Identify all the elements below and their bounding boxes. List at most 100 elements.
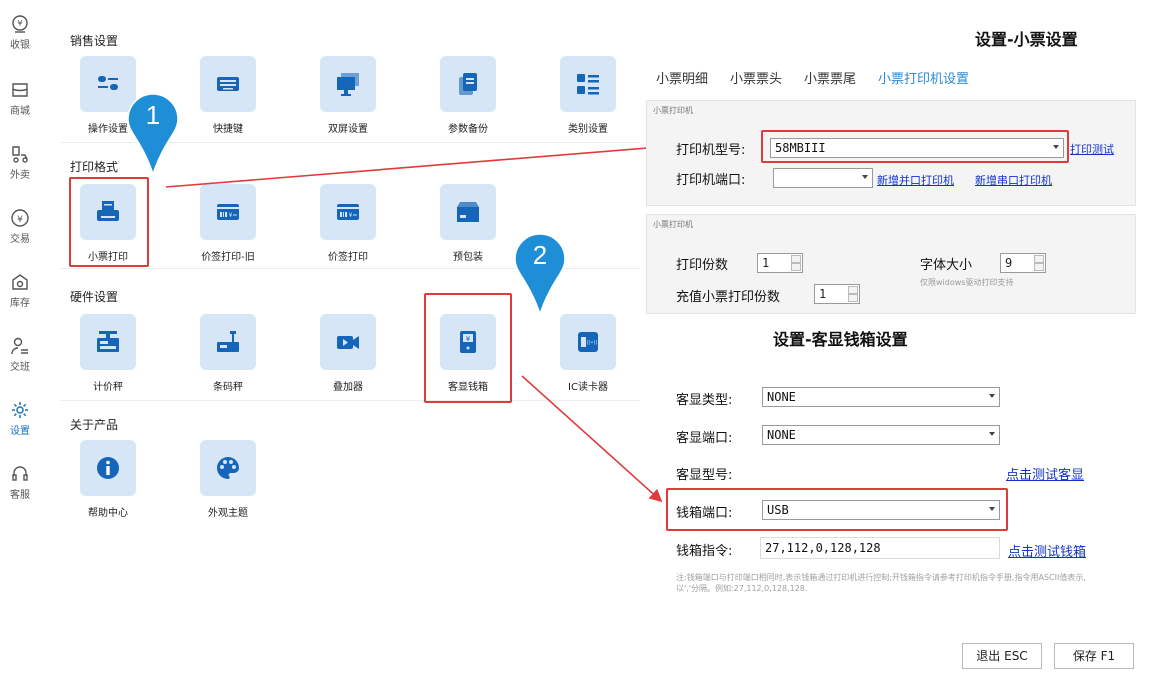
tile-label: 小票打印 [88,252,128,263]
printer-port-select[interactable] [773,168,873,188]
font-size-stepper[interactable]: 9 [1000,253,1046,273]
tile-label: IC读卡器 [568,382,608,393]
tile-label: 叠加器 [333,382,363,393]
chevron-down-icon [989,432,995,436]
document-copy-icon [459,73,477,95]
svg-text:¥=: ¥= [349,212,358,219]
tile-appearance-theme[interactable]: 外观主题 [173,440,283,519]
chevron-down-icon [989,507,995,511]
tile-help-center[interactable]: 帮助中心 [53,440,163,519]
tab-ticket-detail[interactable]: 小票明细 [656,68,708,87]
cashier-icon: ¥ [12,15,28,33]
tile-shortcuts[interactable]: 快捷键 [173,56,283,135]
tile-box [80,314,136,370]
delivery-icon [12,146,28,163]
mall-icon [12,83,28,97]
tile-param-backup[interactable]: 参数备份 [413,56,523,135]
recharge-copies-value: 1 [819,287,827,301]
font-note: 仅限widows驱动打印支持 [920,278,1014,287]
test-drawer-link[interactable]: 点击测试钱箱 [1008,541,1086,560]
stepper-up-icon[interactable] [1034,255,1044,263]
rail-label-cashier: 收银 [10,40,30,51]
rail-item-mall[interactable]: 商城 [0,80,40,117]
recharge-copies-stepper[interactable]: 1 [814,284,860,304]
tile-prepack[interactable]: 预包装 [413,184,523,263]
display-type-label: 客显类型: [676,393,733,408]
tile-label: 双屏设置 [328,124,368,135]
callout-pin-2: 2 [513,232,567,317]
tab-ticket-header[interactable]: 小票票头 [730,68,782,87]
tile-ic-card-reader[interactable]: ((•)) IC读卡器 [533,314,643,393]
sliders-icon [98,76,118,90]
package-icon [457,202,479,222]
drawer-settings-title: 设置-客显钱箱设置 [773,330,908,349]
exit-button[interactable]: 退出 ESC [962,643,1042,669]
svg-text:¥=: ¥= [229,212,238,219]
tile-label: 参数备份 [448,124,488,135]
stepper-up-icon[interactable] [848,286,858,294]
stepper-buttons[interactable] [848,286,858,302]
display-port-label: 客显端口: [676,431,733,446]
rail-label-shift: 交班 [10,362,30,373]
rail-item-cashier[interactable]: ¥ 收银 [0,14,40,51]
tile-box [440,184,496,240]
tab-ticket-footer[interactable]: 小票票尾 [804,68,856,87]
tile-box [80,184,136,240]
tile-label: 条码秤 [213,382,243,393]
stepper-down-icon[interactable] [1034,263,1044,271]
stepper-down-icon[interactable] [791,263,801,271]
tile-price-label-old[interactable]: ¥= 价签打印-旧 [173,184,283,263]
tile-box [560,56,616,112]
recharge-copies-label: 充值小票打印份数 [676,290,781,305]
drawer-note: 注:钱箱端口与打印端口相同时,表示钱箱通过打印机进行控制;开钱箱指令请参考打印机… [676,573,1086,593]
divider [60,400,640,401]
rail-item-delivery[interactable]: 外卖 [0,144,40,181]
rail-item-settings[interactable]: 设置 [0,400,40,437]
drawer-command-input[interactable]: 27,112,0,128,128 [760,537,1000,559]
callout-pin-1: 1 [126,92,180,177]
add-parallel-printer-link[interactable]: 新增并口打印机 [877,172,954,188]
stepper-up-icon[interactable] [791,255,801,263]
rail-item-shift[interactable]: 交班 [0,336,40,373]
tile-dual-screen[interactable]: 双屏设置 [293,56,403,135]
tile-category-settings[interactable]: 类别设置 [533,56,643,135]
left-nav-rail: ¥ 收银 商城 外卖 ¥ 交易 库存 交班 设置 客服 [0,0,40,680]
tile-barcode-scale[interactable]: 条码秤 [173,314,283,393]
rail-item-inventory[interactable]: 库存 [0,272,40,309]
copies-stepper[interactable]: 1 [757,253,803,273]
tile-box: ((•)) [560,314,616,370]
printer-model-select[interactable]: 58MBIII [770,138,1064,158]
svg-text:¥: ¥ [466,335,471,343]
tile-pricing-scale[interactable]: 计价秤 [53,314,163,393]
rail-item-trade[interactable]: ¥ 交易 [0,208,40,245]
stepper-buttons[interactable] [791,255,801,271]
rail-item-support[interactable]: 客服 [0,464,40,501]
tile-box: ¥= [320,184,376,240]
tab-ticket-printer-settings[interactable]: 小票打印机设置 [878,68,969,87]
drawer-port-select[interactable]: USB [762,500,1000,520]
rail-label-inventory: 库存 [10,298,30,309]
cash-drawer-icon: ¥ [460,331,476,353]
tile-label: 价签打印-旧 [201,252,255,263]
stepper-buttons[interactable] [1034,255,1044,271]
display-port-value: NONE [767,428,796,442]
stepper-down-icon[interactable] [848,294,858,302]
print-test-link[interactable]: 打印测试 [1070,141,1114,157]
tile-customer-display-drawer[interactable]: ¥ 客显钱箱 [413,314,523,393]
tile-label: 类别设置 [568,124,608,135]
scale-icon [97,331,119,352]
tile-overlay[interactable]: 叠加器 [293,314,403,393]
add-serial-printer-link[interactable]: 新增串口打印机 [975,172,1052,188]
tile-box [320,56,376,112]
section-title-sales: 销售设置 [70,34,119,48]
display-port-select[interactable]: NONE [762,425,1000,445]
tile-receipt-print[interactable]: 小票打印 [53,184,163,263]
save-button[interactable]: 保存 F1 [1054,643,1134,669]
test-display-link[interactable]: 点击测试客显 [1006,464,1084,483]
tile-price-label[interactable]: ¥= 价签打印 [293,184,403,263]
display-type-select[interactable]: NONE [762,387,1000,407]
pin-number: 2 [532,240,548,270]
printer-port-label: 打印机端口: [676,173,746,188]
printer-model-value: 58MBIII [775,141,826,155]
price-tag-icon: ¥= [217,204,239,220]
